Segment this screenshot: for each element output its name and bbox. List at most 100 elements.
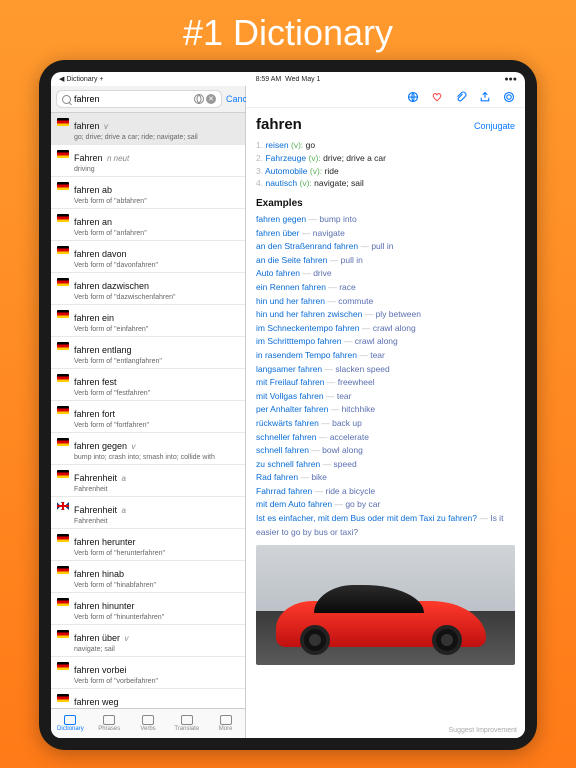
example-de[interactable]: Rad fahren [256, 472, 298, 482]
example-en[interactable]: accelerate [330, 432, 369, 442]
list-item[interactable]: fahren ab Verb form of "abfahren" [51, 177, 245, 209]
example-en[interactable]: bike [311, 472, 327, 482]
example: hin und her fahren — commute [256, 295, 515, 309]
example-en[interactable]: speed [334, 459, 357, 469]
example-en[interactable]: race [339, 282, 356, 292]
example-en[interactable]: drive [313, 268, 331, 278]
example-de[interactable]: hin und her fahren zwischen [256, 309, 362, 319]
example-de[interactable]: zu schnell fahren [256, 459, 320, 469]
suggest-improvement-link[interactable]: Suggest Improvement [246, 723, 525, 738]
example-en[interactable]: tear [370, 350, 385, 360]
example-en[interactable]: ply between [376, 309, 421, 319]
list-item[interactable]: fahren über vnavigate; sail [51, 625, 245, 657]
example-de[interactable]: per Anhalter fahren [256, 404, 328, 414]
example-de[interactable]: im Schneckentempo fahren [256, 323, 359, 333]
example-en[interactable]: pull in [341, 255, 363, 265]
example-en[interactable]: crawl along [373, 323, 416, 333]
example-en[interactable]: crawl along [355, 336, 398, 346]
list-item[interactable]: Fahren n neutdriving [51, 145, 245, 177]
example-de[interactable]: im Schritttempo fahren [256, 336, 342, 346]
tab-more[interactable]: More [206, 709, 245, 738]
example-de[interactable]: Auto fahren [256, 268, 300, 278]
tab-phrases[interactable]: Phrases [90, 709, 129, 738]
tab-label: Translate [174, 726, 199, 732]
list-item[interactable]: fahren entlang Verb form of "entlangfahr… [51, 337, 245, 369]
list-item[interactable]: fahren fest Verb form of "festfahren" [51, 369, 245, 401]
example-en[interactable]: back up [332, 418, 362, 428]
example-en[interactable]: pull in [371, 241, 393, 251]
tab-translate[interactable]: Translate [167, 709, 206, 738]
marketing-title: #1 Dictionary [0, 0, 576, 60]
list-item[interactable]: fahren vgo; drive; drive a car; ride; na… [51, 113, 245, 145]
example-de[interactable]: Fahrrad fahren [256, 486, 312, 496]
screen: ◀ Dictionary + 8:59 AM Wed May 1 ●●● ✕ C… [51, 72, 525, 738]
clear-icon[interactable]: ✕ [206, 94, 216, 104]
example-de[interactable]: an den Straßenrand fahren [256, 241, 358, 251]
def-term[interactable]: reisen [265, 140, 288, 150]
example-de[interactable]: in rasendem Tempo fahren [256, 350, 357, 360]
tab-verbs[interactable]: Verbs [129, 709, 168, 738]
headword: fahren [256, 116, 302, 133]
def-term[interactable]: nautisch [265, 178, 297, 188]
heart-icon[interactable] [431, 91, 443, 103]
example-de[interactable]: langsamer fahren [256, 364, 322, 374]
search-input[interactable] [74, 94, 191, 104]
settings-icon[interactable] [503, 91, 515, 103]
subtext: navigate; sail [74, 646, 239, 653]
example-en[interactable]: go by car [345, 499, 380, 509]
globe-icon[interactable] [194, 94, 204, 104]
example-en[interactable]: hitchhike [342, 404, 376, 414]
subtext: Verb form of "fortfahren" [74, 422, 239, 429]
example-de[interactable]: an die Seite fahren [256, 255, 327, 265]
subtext: Verb form of "davonfahren" [74, 262, 239, 269]
term: fahren ab [74, 185, 112, 195]
detail-pane: fahren Conjugate 1. reisen (v): go2. Fah… [246, 86, 525, 738]
list-item[interactable]: fahren davon Verb form of "davonfahren" [51, 241, 245, 273]
example-en[interactable]: bowl along [322, 445, 363, 455]
example-en[interactable]: tear [337, 391, 352, 401]
search-box[interactable]: ✕ [56, 90, 222, 108]
share-icon[interactable] [479, 91, 491, 103]
tab-dictionary[interactable]: Dictionary [51, 709, 90, 738]
example-en[interactable]: slacken speed [335, 364, 389, 374]
example-de[interactable]: mit Vollgas fahren [256, 391, 324, 401]
results-list[interactable]: fahren vgo; drive; drive a car; ride; na… [51, 113, 245, 708]
list-item[interactable]: fahren gegen vbump into; crash into; sma… [51, 433, 245, 465]
list-item[interactable]: fahren an Verb form of "anfahren" [51, 209, 245, 241]
list-item[interactable]: fahren hinab Verb form of "hinabfahren" [51, 561, 245, 593]
tab-icon [220, 715, 232, 725]
example-de[interactable]: rückwärts fahren [256, 418, 319, 428]
list-item[interactable]: fahren fort Verb form of "fortfahren" [51, 401, 245, 433]
list-item[interactable]: fahren dazwischen Verb form of "dazwisch… [51, 273, 245, 305]
def-term[interactable]: Fahrzeuge [265, 153, 306, 163]
example-en[interactable]: bump into [319, 214, 356, 224]
example-de[interactable]: ein Rennen fahren [256, 282, 326, 292]
list-item[interactable]: fahren herunter Verb form of "herunterfa… [51, 529, 245, 561]
example-de[interactable]: Ist es einfacher, mit dem Bus oder mit d… [256, 513, 477, 523]
example: mit Vollgas fahren — tear [256, 390, 515, 404]
list-item[interactable]: fahren weg Verb form of "wegfahren" [51, 689, 245, 708]
def-term[interactable]: Automobile [265, 166, 308, 176]
globe-icon[interactable] [407, 91, 419, 103]
subtext: Verb form of "festfahren" [74, 390, 239, 397]
example-de[interactable]: fahren gegen [256, 214, 306, 224]
list-item[interactable]: Fahrenheit aFahrenheit [51, 497, 245, 529]
example-de[interactable]: mit Freilauf fahren [256, 377, 325, 387]
example-de[interactable]: hin und her fahren [256, 296, 325, 306]
example-en[interactable]: ride a bicycle [325, 486, 375, 496]
example-de[interactable]: mit dem Auto fahren [256, 499, 332, 509]
pos: a [121, 474, 125, 483]
example-en[interactable]: commute [338, 296, 373, 306]
list-item[interactable]: fahren ein Verb form of "einfahren" [51, 305, 245, 337]
paperclip-icon[interactable] [455, 91, 467, 103]
list-item[interactable]: Fahrenheit aFahrenheit [51, 465, 245, 497]
example-en[interactable]: navigate [313, 228, 345, 238]
conjugate-link[interactable]: Conjugate [474, 121, 515, 131]
list-item[interactable]: fahren hinunter Verb form of "hinunterfa… [51, 593, 245, 625]
example-de[interactable]: schnell fahren [256, 445, 309, 455]
example-de[interactable]: fahren über [256, 228, 299, 238]
flag-icon [57, 534, 69, 542]
example-de[interactable]: schneller fahren [256, 432, 316, 442]
example-en[interactable]: freewheel [338, 377, 375, 387]
list-item[interactable]: fahren vorbei Verb form of "vorbeifahren… [51, 657, 245, 689]
